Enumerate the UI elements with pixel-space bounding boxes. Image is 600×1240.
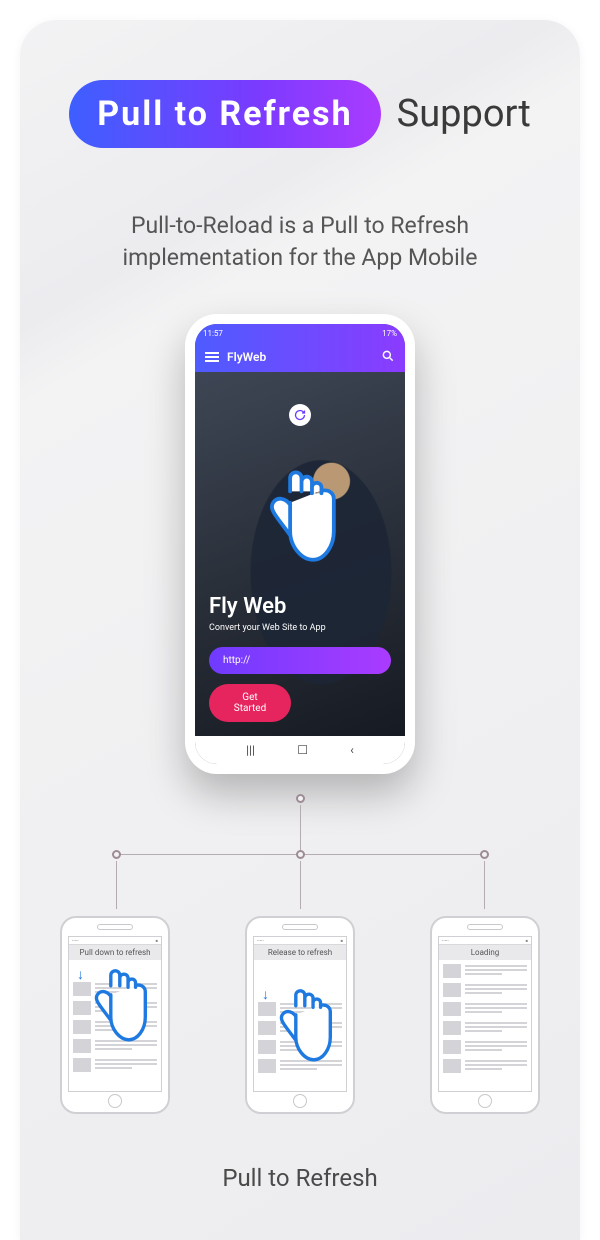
nav-recent-icon[interactable]: |||	[246, 743, 255, 757]
state-label-release: Release to refresh	[254, 945, 346, 960]
state-label-pull: Pull down to refresh	[69, 945, 161, 960]
hand-swipe-icon	[264, 462, 340, 572]
arrow-down-icon: ↓	[262, 986, 269, 1003]
url-input[interactable]: http://	[209, 647, 391, 674]
diagram-line	[484, 861, 485, 909]
refresh-indicator-icon	[289, 404, 311, 426]
diagram-line	[300, 805, 301, 855]
home-button-icon	[478, 1094, 492, 1108]
status-battery: 17%	[382, 329, 397, 338]
caption: Pull to Refresh	[50, 1164, 550, 1192]
state-phone-pull: •••••■ Pull down to refresh ↓	[60, 916, 170, 1114]
hero-area: Fly Web Convert your Web Site to App htt…	[195, 372, 405, 736]
diagram-dot	[296, 850, 305, 859]
diagram-line	[116, 861, 117, 909]
diagram-dot	[112, 850, 121, 859]
diagram-dot	[296, 794, 305, 803]
nav-home-icon[interactable]: ☐	[297, 743, 308, 757]
nav-back-icon[interactable]: ‹	[350, 743, 354, 757]
status-bar: 11:57 17%	[195, 324, 405, 342]
home-button-icon	[293, 1094, 307, 1108]
feature-card: Pull to Refresh Support Pull-to-Reload i…	[20, 20, 580, 1240]
get-started-button[interactable]: Get Started	[209, 684, 291, 722]
phone-mockup-main: 11:57 17% FlyWeb Fly Web Convert yo	[185, 314, 415, 774]
arrow-down-icon: ↓	[77, 966, 84, 983]
title-row: Pull to Refresh Support	[50, 80, 550, 148]
subtitle: Pull-to-Reload is a Pull to Refresh impl…	[70, 210, 530, 274]
hero-subtitle: Convert your Web Site to App	[209, 623, 391, 633]
app-bar: FlyWeb	[195, 342, 405, 372]
app-title: FlyWeb	[227, 350, 266, 364]
status-time: 11:57	[203, 329, 223, 338]
hand-swipe-icon	[90, 964, 150, 1048]
home-button-icon	[108, 1094, 122, 1108]
phone-screen: 11:57 17% FlyWeb Fly Web Convert yo	[195, 324, 405, 764]
state-phone-loading: •••••■ Loading	[430, 916, 540, 1114]
search-icon[interactable]	[381, 349, 395, 366]
state-phones-row: •••••■ Pull down to refresh ↓	[60, 916, 540, 1114]
title-support-text: Support	[397, 92, 531, 136]
diagram-dot	[480, 850, 489, 859]
hand-swipe-icon	[275, 984, 335, 1068]
menu-icon[interactable]	[205, 352, 219, 362]
diagram-line	[300, 861, 301, 909]
title-pill: Pull to Refresh	[69, 80, 380, 148]
android-nav-bar: ||| ☐ ‹	[195, 736, 405, 764]
hero-title: Fly Web	[209, 594, 391, 619]
state-phone-release: •••••■ Release to refresh ↓	[245, 916, 355, 1114]
state-label-loading: Loading	[439, 945, 531, 960]
states-diagram: •••••■ Pull down to refresh ↓	[60, 794, 540, 1114]
